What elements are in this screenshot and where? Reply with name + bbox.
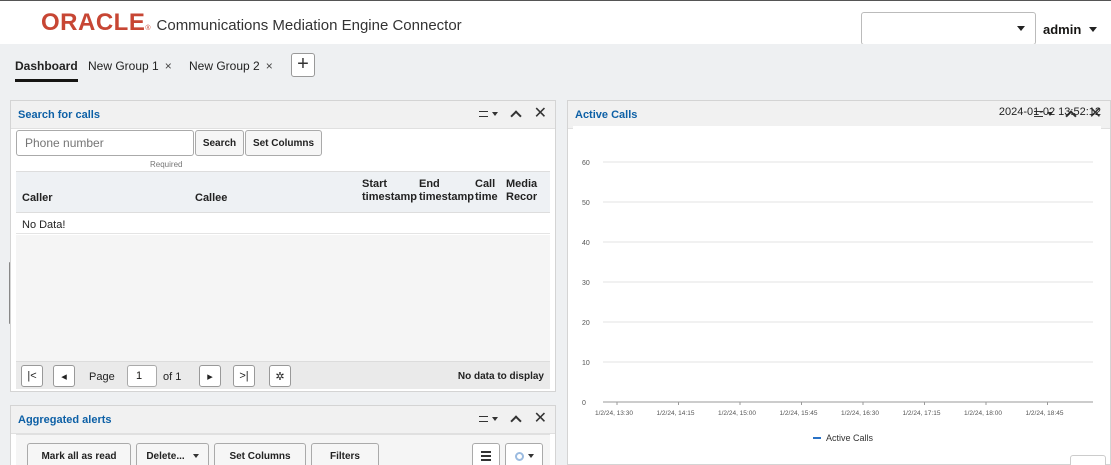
chevron-down-icon [1017,26,1025,31]
status-filter-button[interactable] [505,443,543,465]
column-header-media-recording[interactable]: Media Recor [506,178,550,204]
y-tick-label: 40 [582,240,590,247]
user-menu[interactable]: admin [1043,22,1098,37]
table-row [16,213,550,234]
x-tick-label: 1/2/24, 17:15 [903,410,941,417]
panel-header: Search for calls ✕ [11,101,555,129]
page-label: Page [89,371,115,383]
top-bar: ORACLE ® Communications Mediation Engine… [0,0,1111,45]
y-tick-label: 20 [582,320,590,327]
legend-swatch [813,437,821,439]
list-view-button[interactable] [472,443,500,465]
tab-new-group-1[interactable]: New Group 1 × [88,59,172,73]
x-tick-label: 1/2/24, 16:30 [841,410,879,417]
panel-header: Aggregated alerts ✕ [11,406,555,434]
last-page-button[interactable]: >| [233,365,255,387]
tab-label: Dashboard [15,59,78,73]
results-table-header: Caller Callee Start timestamp End timest… [16,171,550,213]
tab-label: New Group 2 [189,59,260,73]
product-name: Communications Mediation Engine Connecto… [156,17,462,34]
empty-state-text: No Data! [22,219,66,231]
page-count: of 1 [163,371,182,383]
panel-footer-button[interactable] [1070,455,1106,465]
panel-menu-icon[interactable] [478,111,498,117]
column-header-end-timestamp[interactable]: End timestamp [419,178,474,204]
phone-number-input[interactable] [16,130,194,156]
table-empty-area [16,235,550,361]
next-page-button[interactable]: ▸ [199,365,221,387]
x-tick-label: 1/2/24, 18:00 [964,410,1002,417]
delete-menu-button[interactable]: Delete... [136,443,209,465]
refresh-icon[interactable]: ✲ [269,365,291,387]
y-tick-label: 30 [582,280,590,287]
chart-timestamp: 2024-01-02 13:52:12 [998,106,1101,118]
mark-all-as-read-button[interactable]: Mark all as read [27,443,131,465]
collapse-icon[interactable] [509,110,522,122]
close-icon[interactable]: × [165,59,172,73]
panel-controls: ✕ [478,106,547,122]
panel-controls: ✕ [478,411,547,427]
y-tick-label: 10 [582,360,590,367]
add-tab-button[interactable]: + [291,53,315,77]
delete-label: Delete... [146,450,185,462]
column-header-start-timestamp[interactable]: Start timestamp [362,178,417,204]
search-button[interactable]: Search [195,130,244,156]
tab-dashboard[interactable]: Dashboard [15,59,78,82]
close-icon[interactable]: ✕ [534,411,547,427]
close-icon[interactable]: × [266,59,273,73]
x-tick-label: 1/2/24, 13:30 [595,410,633,417]
x-tick-label: 1/2/24, 15:45 [780,410,818,417]
column-header-call-time[interactable]: Call time [475,178,503,204]
active-calls-chart: 0 10 20 30 40 50 60 1/2/24, 13:30 1/2/24, 14:15 1… [582,160,1093,417]
column-header-callee[interactable]: Callee [195,192,227,205]
registered-mark: ® [145,25,151,32]
tab-new-group-2[interactable]: New Group 2 × [189,59,273,73]
oracle-logo: ORACLE [41,9,146,36]
filters-button[interactable]: Filters [311,443,379,465]
circle-icon [514,451,524,461]
legend-label: Active Calls [826,433,874,443]
close-icon[interactable]: ✕ [534,106,547,122]
tab-bar: Dashboard New Group 1 × New Group 2 × + [0,44,1111,91]
panel-menu-icon[interactable] [478,416,498,422]
x-tick-label: 1/2/24, 14:15 [657,410,695,417]
pagination-bar: |< ◂ Page 1 of 1 ▸ >| ✲ No data to displ… [16,361,550,389]
panel-title: Search for calls [18,109,100,121]
panel-title: Active Calls [575,109,638,121]
tab-label: New Group 1 [88,59,159,73]
y-tick-label: 0 [582,400,586,407]
required-hint: Required [150,160,183,169]
x-tick-label: 1/2/24, 18:45 [1026,410,1064,417]
user-name: admin [1043,22,1082,37]
pager-status: No data to display [457,371,544,382]
header-select[interactable] [861,12,1036,45]
collapse-icon[interactable] [509,415,522,427]
chevron-down-icon [1089,27,1098,32]
y-tick-label: 60 [582,160,590,167]
list-icon [481,451,491,461]
page-number-input[interactable]: 1 [127,365,157,387]
x-tick-label: 1/2/24, 15:00 [718,410,756,417]
panel-title: Aggregated alerts [18,414,112,426]
chevron-down-icon [527,454,534,458]
y-tick-label: 50 [582,200,590,207]
chevron-down-icon [192,454,199,458]
chart-legend: Active Calls [813,433,873,443]
prev-page-button[interactable]: ◂ [53,365,75,387]
set-columns-button[interactable]: Set Columns [245,130,322,156]
column-header-caller[interactable]: Caller [22,192,53,205]
set-columns-button[interactable]: Set Columns [214,443,306,465]
brand: ORACLE ® Communications Mediation Engine… [41,9,462,36]
first-page-button[interactable]: |< [21,365,43,387]
